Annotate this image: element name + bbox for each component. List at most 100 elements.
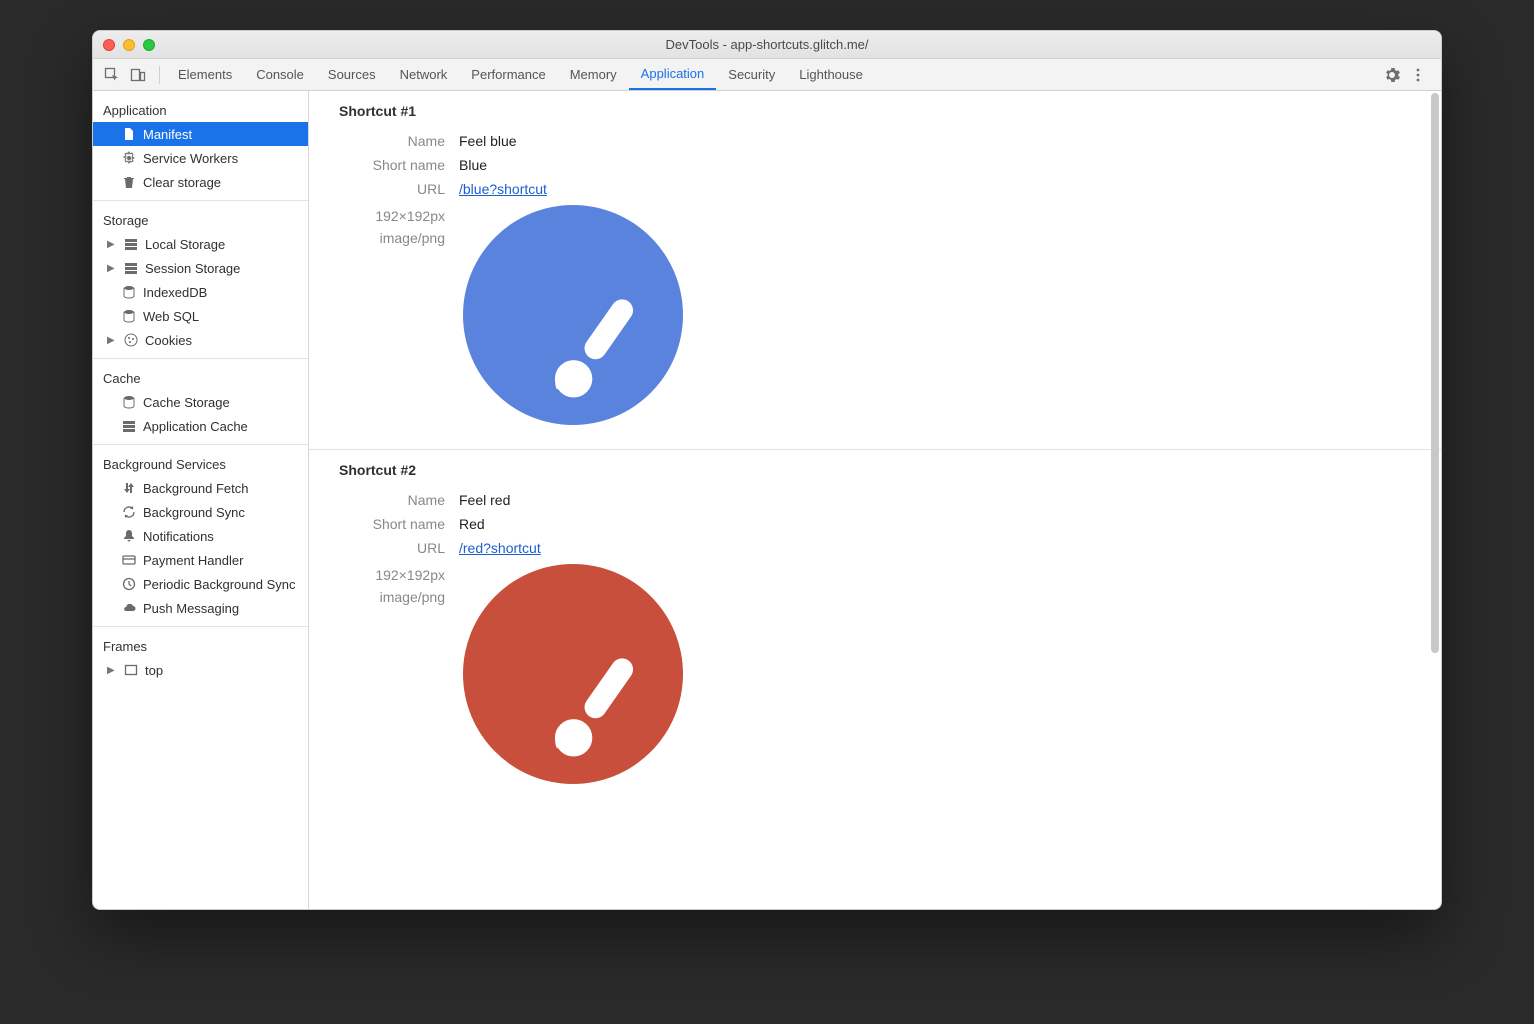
group-cache: Cache bbox=[93, 365, 308, 390]
sidebar-item-manifest[interactable]: Manifest bbox=[93, 122, 308, 146]
tab-elements[interactable]: Elements bbox=[166, 59, 244, 90]
more-icon[interactable] bbox=[1407, 64, 1429, 86]
sidebar-item-label: Cache Storage bbox=[143, 395, 230, 410]
sidebar-item-service-workers[interactable]: Service Workers bbox=[93, 146, 308, 170]
database-icon bbox=[121, 308, 137, 324]
shortcut-heading: Shortcut #2 bbox=[339, 462, 1411, 478]
separator bbox=[159, 66, 160, 84]
field-value-short-name: Red bbox=[459, 516, 485, 532]
brush-icon bbox=[545, 652, 655, 762]
window-title: DevTools - app-shortcuts.glitch.me/ bbox=[93, 37, 1441, 52]
sidebar-item-notifications[interactable]: Notifications bbox=[93, 524, 308, 548]
tab-console[interactable]: Console bbox=[244, 59, 316, 90]
icon-size: 192×192px bbox=[339, 205, 445, 227]
field-label-short-name: Short name bbox=[339, 157, 459, 173]
tab-lighthouse[interactable]: Lighthouse bbox=[787, 59, 875, 90]
sync-icon bbox=[121, 504, 137, 520]
sidebar-item-top-frame[interactable]: ▶ top bbox=[93, 658, 308, 682]
group-frames: Frames bbox=[93, 633, 308, 658]
body: Application Manifest Service Workers Cle… bbox=[93, 91, 1441, 909]
sidebar-item-label: top bbox=[145, 663, 163, 678]
maximize-icon[interactable] bbox=[143, 39, 155, 51]
icon-mime: image/png bbox=[339, 227, 445, 249]
icon-meta: 192×192px image/png bbox=[339, 205, 459, 250]
cookie-icon bbox=[123, 332, 139, 348]
tab-network[interactable]: Network bbox=[388, 59, 460, 90]
sidebar-item-label: Background Sync bbox=[143, 505, 245, 520]
shortcut-section: Shortcut #1 Name Feel blue Short name Bl… bbox=[309, 91, 1441, 450]
sidebar-item-label: Periodic Background Sync bbox=[143, 577, 295, 592]
sidebar-item-label: Service Workers bbox=[143, 151, 238, 166]
sidebar-item-payment[interactable]: Payment Handler bbox=[93, 548, 308, 572]
shortcut-section: Shortcut #2 Name Feel red Short name Red… bbox=[309, 450, 1441, 808]
minimize-icon[interactable] bbox=[123, 39, 135, 51]
document-icon bbox=[121, 126, 137, 142]
sidebar-item-label: Payment Handler bbox=[143, 553, 243, 568]
sidebar-item-push[interactable]: Push Messaging bbox=[93, 596, 308, 620]
device-toolbar-icon[interactable] bbox=[127, 64, 149, 86]
tab-memory[interactable]: Memory bbox=[558, 59, 629, 90]
titlebar: DevTools - app-shortcuts.glitch.me/ bbox=[93, 31, 1441, 59]
shortcut-url-link[interactable]: /red?shortcut bbox=[459, 540, 541, 556]
sidebar-item-websql[interactable]: Web SQL bbox=[93, 304, 308, 328]
table-icon bbox=[121, 418, 137, 434]
manifest-pane: Shortcut #1 Name Feel blue Short name Bl… bbox=[309, 91, 1441, 909]
group-storage: Storage bbox=[93, 207, 308, 232]
sidebar-item-session-storage[interactable]: ▶ Session Storage bbox=[93, 256, 308, 280]
icon-size: 192×192px bbox=[339, 564, 445, 586]
sidebar-item-label: Push Messaging bbox=[143, 601, 239, 616]
sidebar-item-label: Web SQL bbox=[143, 309, 199, 324]
devtools-tabbar: Elements Console Sources Network Perform… bbox=[93, 59, 1441, 91]
field-label-short-name: Short name bbox=[339, 516, 459, 532]
fetch-icon bbox=[121, 480, 137, 496]
sidebar-item-clear-storage[interactable]: Clear storage bbox=[93, 170, 308, 194]
clock-icon bbox=[121, 576, 137, 592]
field-value-short-name: Blue bbox=[459, 157, 487, 173]
sidebar-item-bg-fetch[interactable]: Background Fetch bbox=[93, 476, 308, 500]
tab-sources[interactable]: Sources bbox=[316, 59, 388, 90]
sidebar-item-local-storage[interactable]: ▶ Local Storage bbox=[93, 232, 308, 256]
sidebar-item-label: Session Storage bbox=[145, 261, 240, 276]
table-icon bbox=[123, 236, 139, 252]
trash-icon bbox=[121, 174, 137, 190]
chevron-right-icon: ▶ bbox=[107, 665, 117, 676]
sidebar-item-application-cache[interactable]: Application Cache bbox=[93, 414, 308, 438]
application-sidebar: Application Manifest Service Workers Cle… bbox=[93, 91, 309, 909]
chevron-right-icon: ▶ bbox=[107, 263, 117, 274]
devtools-window: DevTools - app-shortcuts.glitch.me/ Elem… bbox=[92, 30, 1442, 910]
field-value-name: Feel red bbox=[459, 492, 510, 508]
tab-security[interactable]: Security bbox=[716, 59, 787, 90]
scrollbar[interactable] bbox=[1431, 93, 1439, 653]
sidebar-item-label: Clear storage bbox=[143, 175, 221, 190]
tab-performance[interactable]: Performance bbox=[459, 59, 557, 90]
chevron-right-icon: ▶ bbox=[107, 335, 117, 346]
sidebar-item-cache-storage[interactable]: Cache Storage bbox=[93, 390, 308, 414]
sidebar-item-bg-sync[interactable]: Background Sync bbox=[93, 500, 308, 524]
shortcut-heading: Shortcut #1 bbox=[339, 103, 1411, 119]
sidebar-item-label: Manifest bbox=[143, 127, 192, 142]
sidebar-item-label: Local Storage bbox=[145, 237, 225, 252]
shortcut-url-link[interactable]: /blue?shortcut bbox=[459, 181, 547, 197]
sidebar-item-cookies[interactable]: ▶ Cookies bbox=[93, 328, 308, 352]
field-label-url: URL bbox=[339, 540, 459, 556]
tab-application[interactable]: Application bbox=[629, 59, 717, 90]
traffic-lights bbox=[103, 39, 155, 51]
group-application: Application bbox=[93, 97, 308, 122]
close-icon[interactable] bbox=[103, 39, 115, 51]
sidebar-item-indexeddb[interactable]: IndexedDB bbox=[93, 280, 308, 304]
sidebar-item-label: Application Cache bbox=[143, 419, 248, 434]
shortcut-icon-preview bbox=[463, 564, 683, 784]
card-icon bbox=[121, 552, 137, 568]
bell-icon bbox=[121, 528, 137, 544]
sidebar-item-periodic-sync[interactable]: Periodic Background Sync bbox=[93, 572, 308, 596]
frame-icon bbox=[123, 662, 139, 678]
group-background-services: Background Services bbox=[93, 451, 308, 476]
inspect-element-icon[interactable] bbox=[101, 64, 123, 86]
gear-icon[interactable] bbox=[1381, 64, 1403, 86]
table-icon bbox=[123, 260, 139, 276]
brush-icon bbox=[545, 293, 655, 403]
field-label-name: Name bbox=[339, 133, 459, 149]
database-icon bbox=[121, 394, 137, 410]
gear-icon bbox=[121, 150, 137, 166]
shortcut-icon-preview bbox=[463, 205, 683, 425]
